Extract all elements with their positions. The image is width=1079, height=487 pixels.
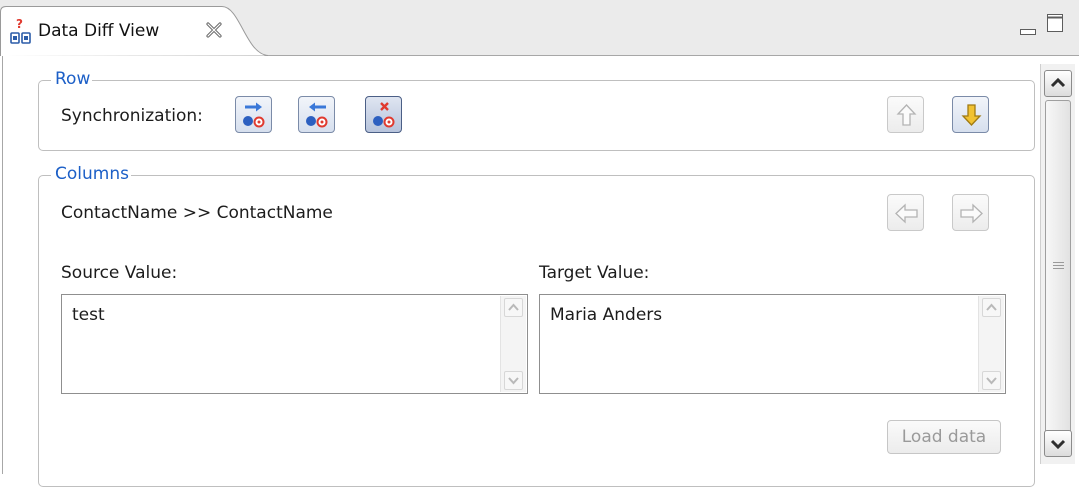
arrow-up-icon (896, 104, 917, 126)
close-tab-icon[interactable] (205, 21, 223, 39)
columns-legend: Columns (51, 164, 131, 184)
view-content: Row Synchronization: Columns ContactName… (2, 56, 1037, 487)
scroll-down-icon[interactable] (982, 371, 1001, 390)
tab-title: Data Diff View (38, 21, 160, 41)
view-tab-bar: ? Data Diff View (0, 0, 1079, 56)
column-mapping: ContactName >> ContactName (61, 203, 333, 223)
previous-column-button[interactable] (887, 194, 924, 231)
copy-to-source-button[interactable] (298, 96, 335, 133)
tab-data-diff-view[interactable]: ? Data Diff View (0, 6, 270, 56)
previous-row-button[interactable] (887, 96, 924, 133)
next-row-button[interactable] (952, 96, 989, 133)
scroll-up-icon[interactable] (504, 298, 523, 317)
source-value-text: test (72, 305, 105, 325)
columns-group: Columns ContactName >> ContactName Sourc… (38, 164, 1035, 487)
minimize-icon[interactable] (1020, 20, 1036, 35)
chevron-down-icon (1050, 439, 1066, 450)
grip-icon (1053, 262, 1064, 269)
scroll-down-icon[interactable] (504, 371, 523, 390)
view-vertical-scrollbar[interactable] (1040, 64, 1075, 464)
svg-text:?: ? (16, 18, 23, 31)
ignore-difference-button[interactable] (365, 96, 402, 133)
target-value-field[interactable]: Maria Anders (539, 294, 1006, 394)
arrow-right-icon (960, 203, 983, 224)
target-value-scrollbar[interactable] (978, 296, 1004, 392)
scroll-thumb[interactable] (1045, 100, 1071, 435)
row-legend: Row (51, 69, 93, 89)
ignore-difference-icon (373, 102, 395, 128)
scroll-up-button[interactable] (1044, 70, 1072, 97)
load-data-button[interactable]: Load data (887, 420, 1001, 454)
row-group: Row Synchronization: (38, 69, 1035, 151)
next-column-button[interactable] (952, 194, 989, 231)
target-value-label: Target Value: (539, 263, 650, 283)
source-value-scrollbar[interactable] (500, 296, 526, 392)
scroll-down-button[interactable] (1044, 430, 1072, 457)
copy-to-source-icon (306, 102, 328, 128)
arrow-left-icon (895, 203, 918, 224)
maximize-icon[interactable] (1047, 14, 1063, 32)
source-value-label: Source Value: (61, 263, 178, 283)
scroll-up-icon[interactable] (982, 298, 1001, 317)
data-diff-view: ? Data Diff View Row Synchronization: Co… (0, 0, 1079, 487)
chevron-up-icon (1050, 77, 1066, 88)
synchronization-label: Synchronization: (61, 106, 203, 126)
target-value-text: Maria Anders (550, 305, 663, 325)
source-value-field[interactable]: test (61, 294, 528, 394)
data-diff-icon: ? (10, 17, 34, 46)
arrow-down-icon (961, 104, 982, 126)
copy-to-target-button[interactable] (235, 96, 272, 133)
copy-to-target-icon (243, 102, 265, 128)
